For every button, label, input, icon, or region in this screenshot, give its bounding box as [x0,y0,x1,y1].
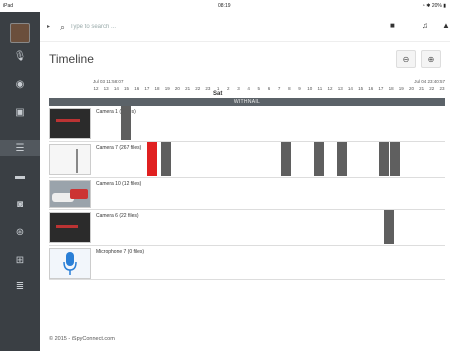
hour-tick-label: 5 [257,86,261,91]
hour-tick-label: 16 [368,86,374,91]
camera-thumbnail[interactable] [49,144,91,175]
list-nav-icon[interactable]: ≣ [0,278,40,294]
hour-tick-label: 21 [419,86,425,91]
recording-bar[interactable] [337,142,347,176]
timeline-row[interactable]: Camera 1 (3 files) [49,106,445,142]
hour-tick-label: 21 [185,86,191,91]
timeline-row[interactable]: Camera 7 (267 files) [49,142,445,178]
folder-nav-icon[interactable]: ▬ [0,168,40,184]
timeline-row[interactable]: Microphone 7 (0 files) [49,246,445,280]
timeline-end: Jul 04 23:40:57 [414,79,445,84]
group-header: WITHNAIL [49,98,445,106]
recording-bar[interactable] [384,210,394,244]
hour-tick-label: 16 [134,86,140,91]
zoom-in-icon: ⊕ [427,54,435,64]
recording-bar[interactable] [390,142,400,176]
camera-thumbnail[interactable] [49,108,91,139]
footer-copyright: © 2015 - iSpyConnect.com [49,336,115,342]
hour-tick-label: 18 [154,86,160,91]
hour-tick-label: 14 [113,86,119,91]
status-bar: iPad 08:19 ◔ ✱ 20% ▮ [0,0,450,12]
plus-nav-icon[interactable]: ⊞ [0,252,40,268]
page-title: Timeline [49,52,94,66]
sidebar: 🎙 ◉ ▣ ☰ ▬ ◙ ⊛ ⊞ ≣ [0,12,40,351]
hour-tick-label: 19 [398,86,404,91]
recording-bar[interactable] [281,142,291,176]
row-label: Camera 7 (267 files) [96,145,142,151]
hour-tick-label: 15 [358,86,364,91]
hour-tick-label: 17 [378,86,384,91]
hour-tick-label: 7 [277,86,281,91]
recording-bar[interactable] [314,142,324,176]
hour-tick-label: 9 [298,86,301,91]
briefcase-nav-icon[interactable]: ▣ [0,104,40,120]
video-camera-icon[interactable]: ■ [390,21,395,30]
timeline-start: Jul 03 11:58:07 [93,79,124,84]
hour-tick-label: 17 [144,86,150,91]
alert-bar[interactable] [147,142,157,176]
hour-tick-label: 12 [93,86,99,91]
camera-nav-icon[interactable]: ◙ [0,196,40,212]
top-bar: ▸ ⌕ ■ ♫ ▲ [40,12,450,42]
lock-icon[interactable]: ▲ [442,21,450,30]
hour-axis: 12 13 14 15 16 17 18 19 20 21 22 23 1 2 3 4 5 6 7 8 9 10 11 12 1… [93,86,445,94]
avatar[interactable] [10,23,30,43]
hour-tick-label: 22 [429,86,435,91]
device-label: iPad [3,3,14,9]
timeline-row[interactable]: Camera 6 (22 files) [49,210,445,246]
hour-tick-label: 19 [164,86,170,91]
hour-tick-label: 23 [205,86,211,91]
zoom-in-button[interactable]: ⊕ [421,50,441,68]
camera-thumbnail[interactable] [49,180,91,208]
eye-nav-icon[interactable]: ◉ [0,76,40,92]
hour-tick-label: 20 [174,86,180,91]
clock: 08:19 [218,3,231,9]
battery-indicator: ◔ ✱ 20% ▮ [421,3,446,9]
row-label: Microphone 7 (0 files) [96,249,145,255]
hour-tick-label: 12 [327,86,333,91]
chevron-right-icon[interactable]: ▸ [47,23,50,30]
row-label: Camera 6 (22 files) [96,213,139,219]
hour-tick-label: 14 [347,86,353,91]
search-input[interactable] [70,24,170,30]
hour-tick-label: 2 [227,86,230,91]
hour-tick-label: 8 [288,86,291,91]
hour-tick-label: 15 [124,86,130,91]
hour-tick-label: 22 [195,86,201,91]
timeline-row[interactable]: Camera 10 (12 files) [49,178,445,210]
recording-bar[interactable] [379,142,389,176]
timeline-nav-icon[interactable]: ☰ [0,140,40,156]
search-icon[interactable]: ⌕ [60,22,70,33]
battery-label: 20% [431,3,442,9]
search-box: ⌕ [60,20,180,34]
hour-tick-label: 13 [103,86,109,91]
hour-tick-label: 6 [267,86,271,91]
row-label: Camera 10 (12 files) [96,181,142,187]
microphone-thumbnail[interactable] [49,248,91,279]
hour-tick-label: 13 [337,86,343,91]
hour-tick-label: 18 [388,86,394,91]
hour-tick-label: 20 [408,86,414,91]
hour-tick-label: 4 [247,86,250,91]
recording-bar[interactable] [161,142,171,176]
hour-tick-label: 23 [439,86,445,91]
day-label: Sat [213,91,223,97]
settings-nav-icon[interactable]: ⊛ [0,224,40,240]
bell-icon[interactable]: ♫ [422,21,428,30]
recording-bar[interactable] [121,106,131,140]
camera-thumbnail[interactable] [49,212,91,243]
hour-tick-label: 11 [317,86,323,91]
zoom-out-icon: ⊖ [402,54,410,64]
mic-nav-icon[interactable]: 🎙 [0,48,40,64]
microphone-icon [63,251,77,275]
hour-tick-label: 10 [307,86,313,91]
hour-tick-label: 3 [237,86,240,91]
zoom-out-button[interactable]: ⊖ [396,50,416,68]
